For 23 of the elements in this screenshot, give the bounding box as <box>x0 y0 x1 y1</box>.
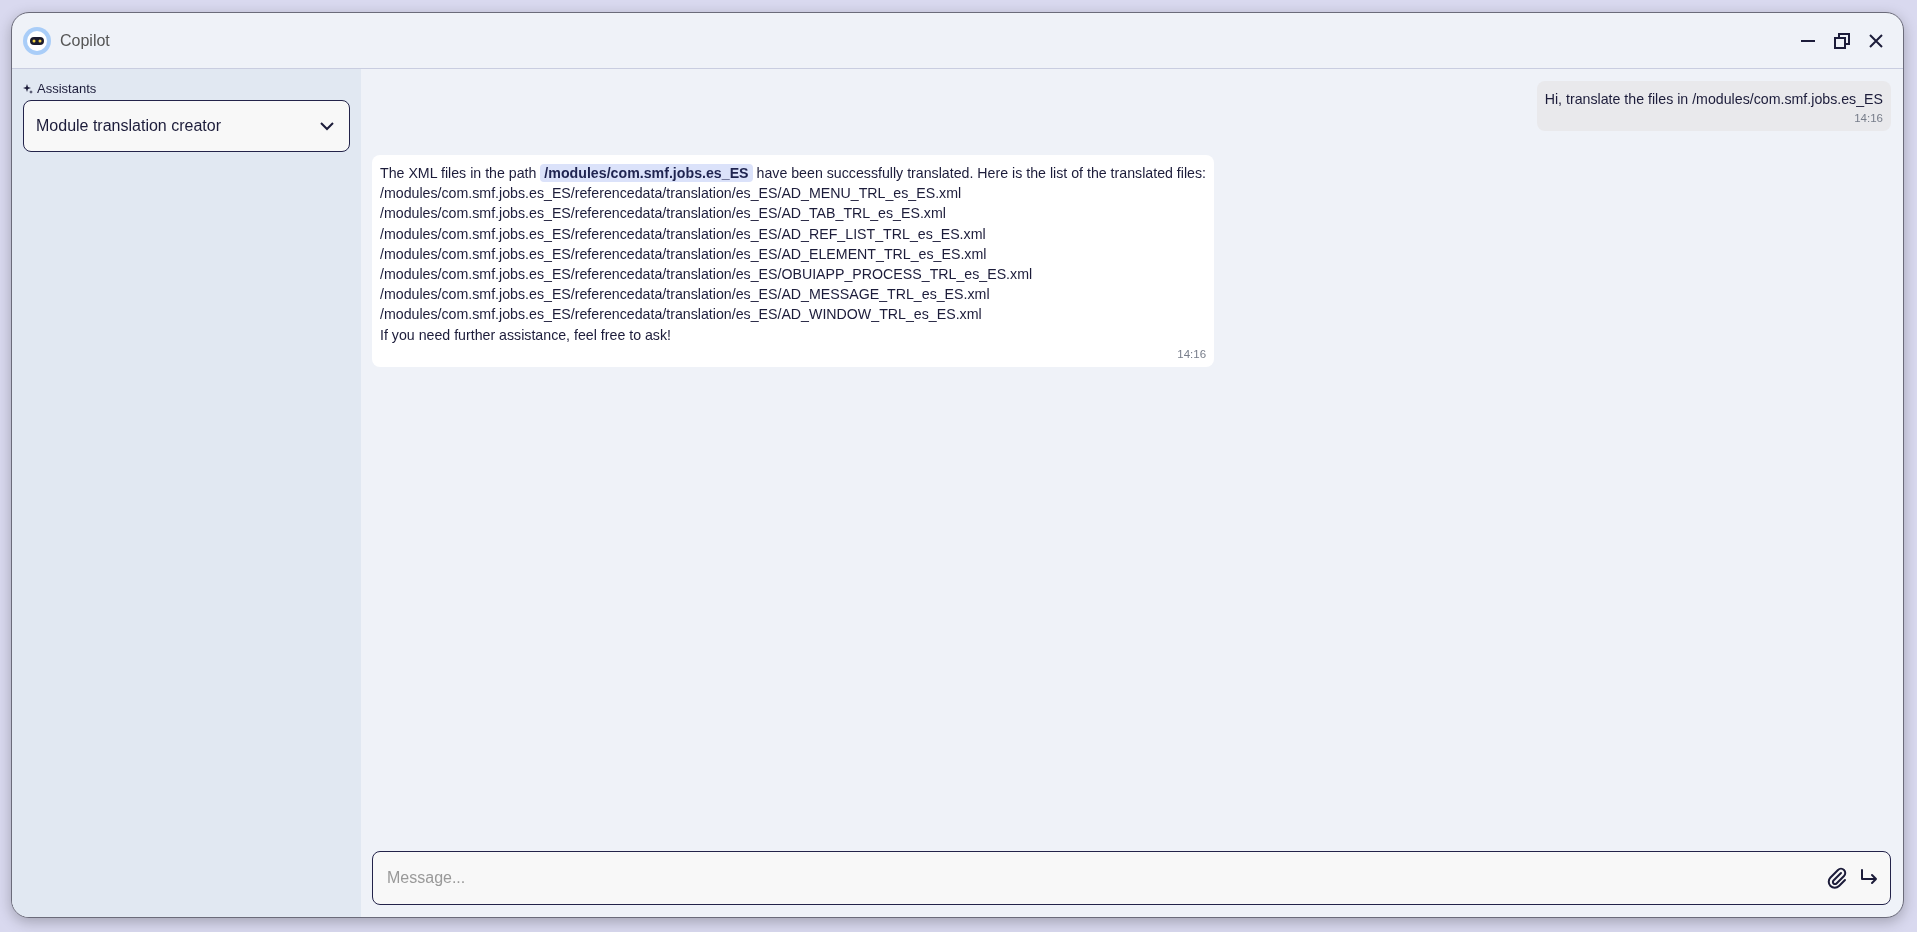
message-text: If you need further assistance, feel free to ask! <box>380 325 672 345</box>
sparkle-icon <box>23 83 33 94</box>
message-text: /modules/com.smf.jobs.es_ES/referencedata/translation/es_ES/AD_ELEMENT_TRL_es_ES.xml <box>380 244 988 264</box>
robot-logo-icon <box>22 25 52 56</box>
message-field[interactable]: Message... <box>372 851 1891 905</box>
assistants-label: Assistants <box>37 81 97 96</box>
restore-icon <box>1833 31 1851 50</box>
window-title: Copilot <box>60 31 111 50</box>
assistant-dropdown[interactable]: Module translation creator <box>23 100 350 152</box>
message-text: /modules/com.smf.jobs.es_ES/referencedata/translation/es_ES/AD_MENU_TRL_es_ES.xml <box>380 184 963 204</box>
minimize-icon <box>1801 39 1815 42</box>
message-text: Hi, translate the files in /modules/com.smf.jobs.es_ES <box>1544 90 1883 109</box>
message-text: /modules/com.smf.jobs.es_ES/referencedata/translation/es_ES/AD_REF_LIST_TRL_es_ES.xml <box>380 224 987 244</box>
message-time: 14:16 <box>1177 346 1207 361</box>
message-text: /modules/com.smf.jobs.es_ES/referencedata/translation/es_ES/AD_TAB_TRL_es_ES.xml <box>380 204 947 224</box>
attach-icon[interactable] <box>1826 867 1848 889</box>
message-text: /modules/com.smf.jobs.es_ES/referencedata/translation/es_ES/AD_MESSAGE_TRL_es_ES.xml <box>380 285 991 305</box>
message-time: 14:16 <box>1854 111 1883 125</box>
close-icon <box>1867 31 1885 50</box>
message-input[interactable]: Message... <box>385 868 1816 888</box>
message-text: The XML files in the path /modules/com.smf.jobs.es_ES have been successfully translated. Here is the list of the translated files: <box>380 163 1207 184</box>
message-text: /modules/com.smf.jobs.es_ES/referencedata/translation/es_ES/AD_WINDOW_TRL_es_ES.xml <box>380 305 983 325</box>
message-text: /modules/com.smf.jobs.es_ES/referencedata/translation/es_ES/OBUIAPP_PROCESS_TRL_es_ES.xml <box>380 265 1034 284</box>
